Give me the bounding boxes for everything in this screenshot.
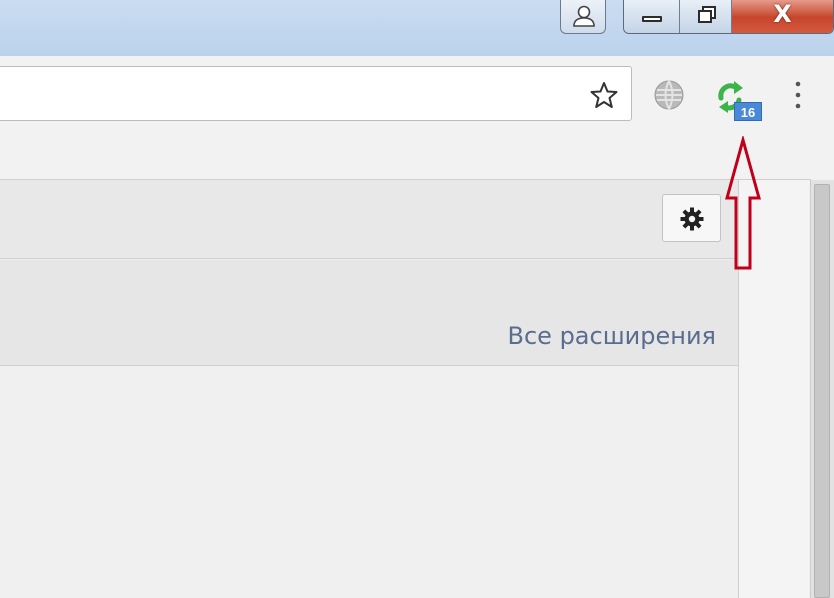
extensions-header xyxy=(0,180,738,259)
star-icon[interactable] xyxy=(589,80,619,110)
vertical-scrollbar[interactable] xyxy=(810,180,834,598)
close-button[interactable]: X xyxy=(732,0,833,33)
restore-icon xyxy=(698,6,716,23)
gear-icon xyxy=(680,207,704,231)
restore-button[interactable] xyxy=(680,0,732,33)
all-extensions-link[interactable]: Все расширения xyxy=(508,322,716,350)
minimize-button[interactable] xyxy=(624,0,680,33)
minimize-icon xyxy=(642,16,662,22)
extensions-list-area xyxy=(0,366,738,598)
address-bar[interactable] xyxy=(0,66,632,121)
user-icon xyxy=(573,5,595,27)
extensions-subheader: Все расширения xyxy=(0,260,738,366)
scrollbar-thumb[interactable] xyxy=(814,184,830,598)
profile-button[interactable] xyxy=(560,0,606,34)
close-icon: X xyxy=(773,0,792,28)
kebab-menu-icon[interactable] xyxy=(794,80,802,110)
settings-button[interactable] xyxy=(662,194,721,242)
notification-count-badge: 16 xyxy=(734,102,762,121)
red-up-arrow xyxy=(725,136,761,270)
window-controls: X xyxy=(623,0,834,34)
globe-icon[interactable] xyxy=(652,78,686,112)
